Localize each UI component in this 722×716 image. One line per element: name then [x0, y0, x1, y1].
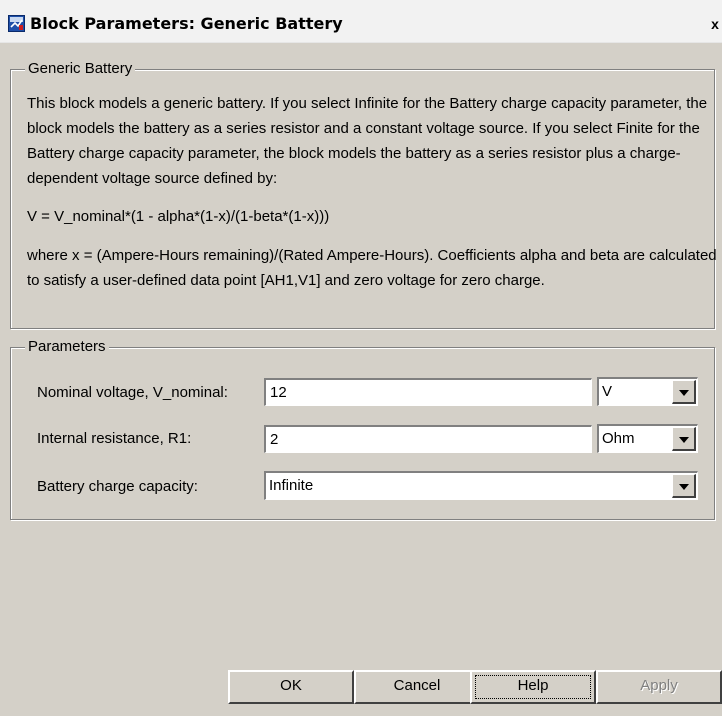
charge-capacity-value: Infinite [269, 477, 314, 494]
description-paragraph-2: where x = (Ampere-Hours remaining)/(Rate… [27, 247, 717, 289]
nominal-voltage-field[interactable]: 12 [264, 378, 592, 406]
window-title: Block Parameters: Generic Battery [30, 14, 343, 33]
internal-resistance-label: Internal resistance, R1: [37, 430, 192, 447]
ok-button[interactable]: OK [228, 670, 354, 704]
help-button[interactable]: Help [470, 670, 596, 704]
cancel-button[interactable]: Cancel [354, 670, 480, 704]
nominal-voltage-unit-select[interactable]: V [597, 377, 698, 406]
charge-capacity-label: Battery charge capacity: [37, 478, 198, 495]
simulink-block-icon [8, 15, 25, 32]
block-parameters-dialog: Block Parameters: Generic Battery x Gene… [0, 0, 722, 716]
description-group-title: Generic Battery [25, 60, 136, 78]
close-icon[interactable]: x [708, 15, 722, 33]
apply-button[interactable]: Apply [596, 670, 722, 704]
charge-capacity-select[interactable]: Infinite [264, 471, 698, 500]
description-formula: V = V_nominal*(1 - alpha*(1-x)/(1-beta*(… [27, 208, 330, 225]
nominal-voltage-label: Nominal voltage, V_nominal: [37, 384, 228, 401]
parameters-group: Parameters Nominal voltage, V_nominal: 1… [10, 338, 715, 520]
nominal-voltage-unit: V [602, 383, 613, 400]
description-group: Generic Battery This block models a gene… [10, 60, 717, 329]
title-bar[interactable]: Block Parameters: Generic Battery x [0, 0, 722, 43]
chevron-down-icon[interactable] [672, 427, 696, 451]
description-paragraph-1: This block models a generic battery. If … [27, 95, 708, 187]
chevron-down-icon[interactable] [672, 380, 696, 404]
internal-resistance-field[interactable]: 2 [264, 425, 592, 453]
internal-resistance-unit-select[interactable]: Ohm [597, 424, 698, 453]
internal-resistance-unit: Ohm [602, 430, 635, 447]
parameters-group-title: Parameters [25, 338, 109, 356]
chevron-down-icon[interactable] [672, 474, 696, 498]
